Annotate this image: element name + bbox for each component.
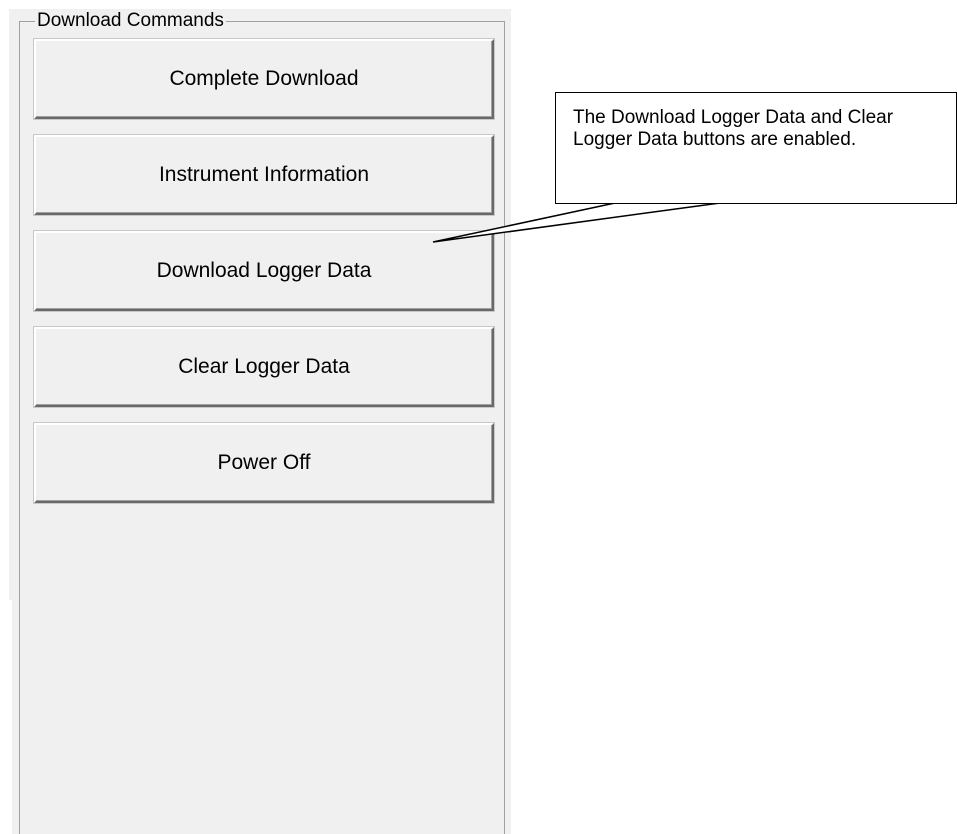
callout-annotation: The Download Logger Data and Clear Logge…: [555, 92, 957, 204]
callout-pointer-shape: [432, 202, 721, 243]
